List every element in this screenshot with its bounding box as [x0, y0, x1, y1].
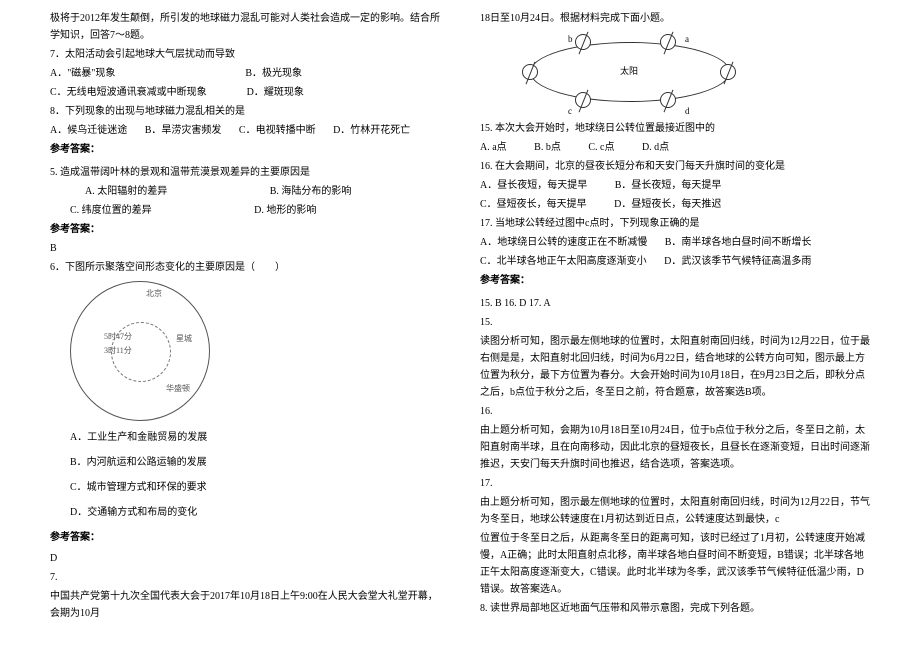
opt-15d: D. d点 [642, 142, 669, 153]
opt-17b: B．南半球各地白昼时间不断增长 [665, 237, 812, 248]
left-column: 极将于2012年发生颠倒，所引发的地球磁力混乱可能对人类社会造成一定的影响。结合… [50, 10, 440, 624]
orbit-d: d [685, 104, 690, 119]
map-figure: 北京 星城 华盛顿 5时47分 3时11分 [70, 281, 210, 421]
opt-8c: C．电视转播中断 [239, 125, 316, 136]
q7-footer-text: 中国共产党第十九次全国代表大会于2017年10月18日上午9:00在人民大会堂大… [50, 588, 440, 622]
a15-text: 读图分析可知，图示最左侧地球的位置时，太阳直射南回归线，时间为12月22日，位于… [480, 333, 870, 401]
cont-text: 18日至10月24日。根据材料完成下面小题。 [480, 10, 870, 27]
question-17: 17. 当地球公转经过图中c点时，下列现象正确的是 [480, 215, 870, 232]
intro-text: 极将于2012年发生颠倒，所引发的地球磁力混乱可能对人类社会造成一定的影响。结合… [50, 10, 440, 44]
q5-row1: A. 太阳辐射的差异 B. 海陆分布的影响 [50, 183, 440, 200]
q7-options-row2: C．无线电短波通讯衰减或中断现象 D．耀斑现象 [50, 84, 440, 101]
reference-answer-label-4: 参考答案： [480, 272, 870, 289]
q16-row1: A．昼长夜短，每天提早 B．昼长夜短，每天提早 [480, 177, 870, 194]
opt-8a: A．候鸟迁徙迷途 [50, 125, 127, 136]
opt-7b: B．极光现象 [245, 65, 302, 82]
a17-num: 17. [480, 475, 870, 492]
fig-label-huashengdun: 华盛顿 [166, 382, 190, 396]
q5-row2: C. 纬度位置的差异 D. 地形的影响 [50, 202, 440, 219]
reference-answer-label-3: 参考答案： [50, 529, 440, 546]
question-5: 5. 造成温带阔叶林的景观和温带荒漠景观差异的主要原因是 [50, 164, 440, 181]
opt-6c: C．城市管理方式和环保的要求 [50, 479, 440, 496]
orbit-a: a [685, 32, 689, 47]
question-7: 7．太阳活动会引起地球大气层扰动而导致 [50, 46, 440, 63]
q8-options: A．候鸟迁徙迷途 B．旱涝灾害频发 C．电视转播中断 D．竹林开花死亡 [50, 122, 440, 139]
opt-16a: A．昼长夜短，每天提早 [480, 180, 587, 191]
opt-7c: C．无线电短波通讯衰减或中断现象 [50, 84, 207, 101]
fig-label-time1: 5时47分 [104, 330, 132, 344]
q7-options-row1: A．"磁暴"现象 B．极光现象 [50, 65, 440, 82]
q17-row2: C．北半球各地正午太阳高度逐渐变小 D．武汉该季节气候特征高温多雨 [480, 253, 870, 270]
orbit-figure: 太阳 a b c d [520, 32, 740, 112]
fig-label-time2: 3时11分 [104, 344, 132, 358]
opt-15c: C. c点 [588, 142, 614, 153]
opt-6a: A．工业生产和金融贸易的发展 [50, 429, 440, 446]
orbit-sun: 太阳 [620, 64, 638, 79]
a16-num: 16. [480, 403, 870, 420]
opt-8d: D．竹林开花死亡 [333, 125, 410, 136]
opt-5c: C. 纬度位置的差异 [70, 205, 152, 216]
opt-5a: A. 太阳辐射的差异 [85, 186, 167, 197]
question-8: 8．下列现象的出现与地球磁力混乱相关的是 [50, 103, 440, 120]
a17-text: 由上题分析可知，图示最左侧地球的位置时，太阳直射南回归线，时间为12月22日，节… [480, 494, 870, 528]
reference-answer-label-2: 参考答案： [50, 221, 440, 238]
fig-label-beijing: 北京 [146, 287, 162, 301]
reference-answer-label-1: 参考答案： [50, 141, 440, 158]
q15-options: A. a点 B. b点 C. c点 D. d点 [480, 139, 870, 156]
fig-label-xingcheng: 星城 [176, 332, 192, 346]
opt-7a: A．"磁暴"现象 [50, 65, 115, 82]
question-16: 16. 在大会期间，北京的昼夜长短分布和天安门每天升旗时间的变化是 [480, 158, 870, 175]
opt-7d: D．耀斑现象 [247, 84, 304, 101]
answers-15-17: 15. B 16. D 17. A [480, 295, 870, 312]
a17-text2: 位置位于冬至日之后，从距离冬至日的距离可知，该时已经过了1月初，公转速度开始减慢… [480, 530, 870, 598]
opt-8b: B．旱涝灾害频发 [145, 125, 222, 136]
question-6: 6．下图所示聚落空间形态变化的主要原因是（ ） [50, 259, 440, 276]
opt-6b: B．内河航运和公路运输的发展 [50, 454, 440, 471]
orbit-b: b [568, 32, 573, 47]
orbit-c: c [568, 104, 572, 119]
q7-footer-num: 7. [50, 569, 440, 586]
opt-15b: B. b点 [534, 142, 561, 153]
opt-6d: D．交通输方式和布局的变化 [50, 504, 440, 521]
q8-footer: 8. 读世界局部地区近地面气压带和风带示意图，完成下列各题。 [480, 600, 870, 617]
opt-5b: B. 海陆分布的影响 [270, 186, 352, 197]
opt-17c: C．北半球各地正午太阳高度逐渐变小 [480, 256, 647, 267]
answer-2: B [50, 240, 440, 257]
opt-17d: D．武汉该季节气候特征高温多雨 [664, 256, 811, 267]
a16-text: 由上题分析可知，会期为10月18日至10月24日，位于b点位于秋分之后，冬至日之… [480, 422, 870, 473]
document-page: 极将于2012年发生颠倒，所引发的地球磁力混乱可能对人类社会造成一定的影响。结合… [0, 0, 920, 634]
opt-16d: D．昼短夜长，每天推迟 [614, 199, 721, 210]
a15-num: 15. [480, 314, 870, 331]
right-column: 18日至10月24日。根据材料完成下面小题。 太阳 a b c d 15. 本次… [480, 10, 870, 624]
q16-row2: C．昼短夜长，每天提早 D．昼短夜长，每天推迟 [480, 196, 870, 213]
opt-15a: A. a点 [480, 142, 507, 153]
opt-17a: A．地球绕日公转的速度正在不断减慢 [480, 237, 647, 248]
question-15: 15. 本次大会开始时，地球绕日公转位置最接近图中的 [480, 120, 870, 137]
opt-16b: B．昼长夜短，每天提早 [615, 180, 722, 191]
opt-5d: D. 地形的影响 [254, 205, 316, 216]
opt-16c: C．昼短夜长，每天提早 [480, 199, 587, 210]
answer-3: D [50, 550, 440, 567]
q17-row1: A．地球绕日公转的速度正在不断减慢 B．南半球各地白昼时间不断增长 [480, 234, 870, 251]
